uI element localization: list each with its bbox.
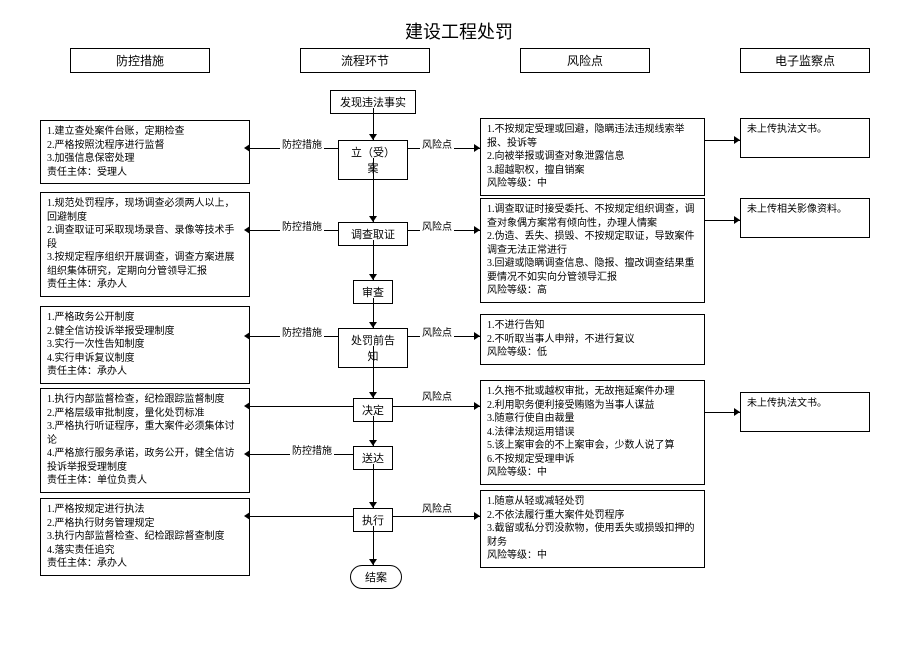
- monitor-2: 未上传相关影像资料。: [740, 198, 870, 238]
- flow-end: 结案: [350, 565, 402, 589]
- risk-5: 1.随意从轻或减轻处罚 2.不依法履行重大案件处罚程序 3.截留或私分罚没款物，…: [480, 490, 705, 568]
- label-fkcs-3: 防控措施: [280, 324, 324, 339]
- header-prevent: 防控措施: [70, 48, 210, 73]
- header-monitor: 电子监察点: [740, 48, 870, 73]
- label-fkcs-1: 防控措施: [280, 136, 324, 151]
- label-fxd-5: 风险点: [420, 500, 454, 515]
- label-fxd-2: 风险点: [420, 218, 454, 233]
- label-fxd-1: 风险点: [420, 136, 454, 151]
- risk-4: 1.久拖不批或越权审批，无故拖延案件办理 2.利用职务便利接受贿赂为当事人谋益 …: [480, 380, 705, 485]
- label-fkcs-2: 防控措施: [280, 218, 324, 233]
- risk-3: 1.不进行告知 2.不听取当事人申辩，不进行复议 风险等级：低: [480, 314, 705, 365]
- header-risk: 风险点: [520, 48, 650, 73]
- page-title: 建设工程处罚: [405, 18, 513, 44]
- monitor-1: 未上传执法文书。: [740, 118, 870, 158]
- label-fxd-4: 风险点: [420, 388, 454, 403]
- prevent-3: 1.严格政务公开制度 2.健全信访投诉举报受理制度 3.实行一次性告知制度 4.…: [40, 306, 250, 384]
- prevent-2: 1.规范处罚程序，现场调查必须两人以上，回避制度 2.调查取证可采取现场录音、录…: [40, 192, 250, 297]
- prevent-5: 1.严格按规定进行执法 2.严格执行财务管理规定 3.执行内部监督检查、纪检跟踪…: [40, 498, 250, 576]
- label-fkcs-4: 防控措施: [290, 442, 334, 457]
- prevent-4: 1.执行内部监督检查，纪检跟踪监督制度 2.严格层级审批制度，量化处罚标准 3.…: [40, 388, 250, 493]
- risk-2: 1.调查取证时接受委托、不按规定组织调查，调查对象偶方案常有倾向性，办理人情案 …: [480, 198, 705, 303]
- risk-1: 1.不按规定受理或回避，隐瞒违法违规线索举报、投诉等 2.向被举报或调查对象泄露…: [480, 118, 705, 196]
- monitor-3: 未上传执法文书。: [740, 392, 870, 432]
- header-flow: 流程环节: [300, 48, 430, 73]
- prevent-1: 1.建立查处案件台账，定期检查 2.严格按照沈程序进行监督 3.加强信息保密处理…: [40, 120, 250, 184]
- label-fxd-3: 风险点: [420, 324, 454, 339]
